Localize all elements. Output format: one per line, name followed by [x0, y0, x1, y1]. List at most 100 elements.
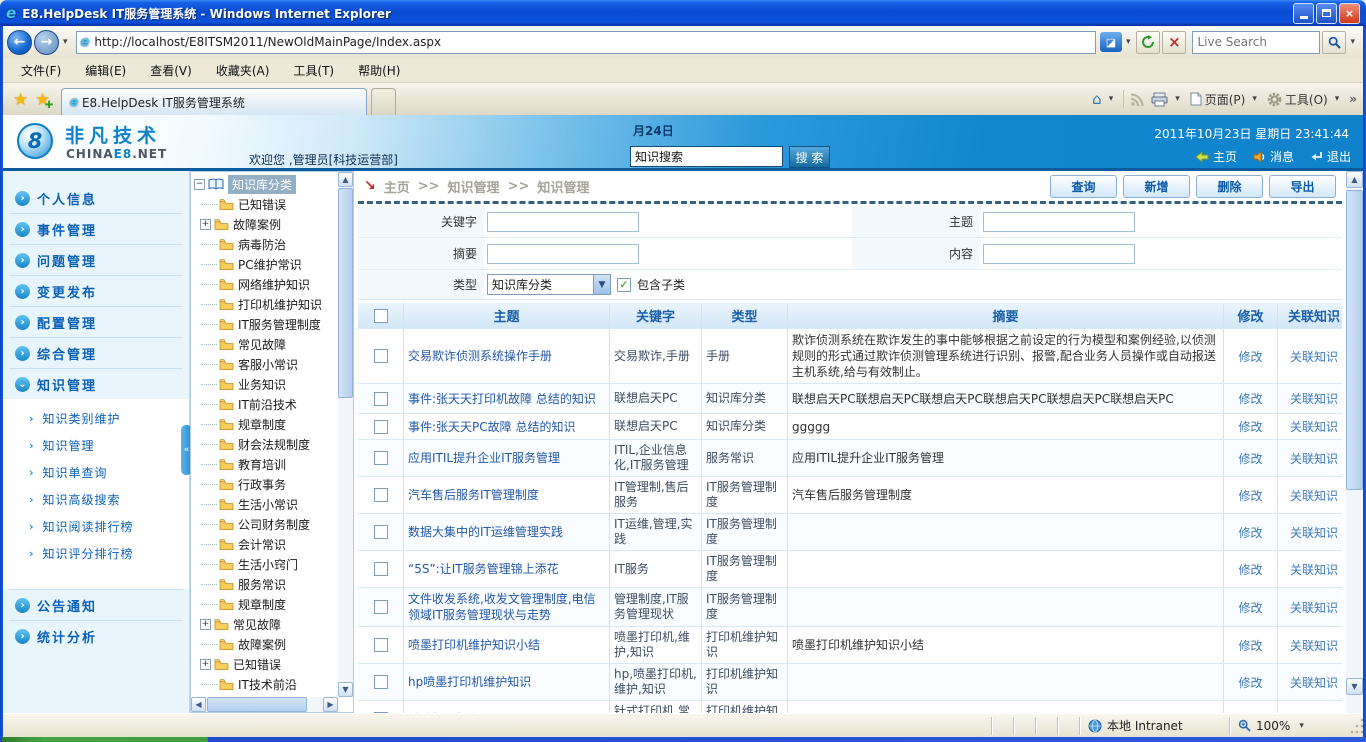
related-knowledge-link[interactable]: 关联知识 — [1290, 674, 1338, 691]
tree-node[interactable]: 客服小常识 — [193, 354, 337, 374]
row-checkbox[interactable] — [374, 420, 388, 434]
feed-button[interactable] — [1130, 92, 1145, 107]
tree-node[interactable]: PC维护常识 — [193, 254, 337, 274]
subject-input[interactable] — [983, 212, 1135, 232]
knowledge-search-button[interactable]: 搜 索 — [789, 146, 830, 168]
delete-button[interactable]: 删除 — [1196, 175, 1263, 198]
tree-node[interactable]: 业务知识 — [193, 374, 337, 394]
breadcrumb-home[interactable]: 主页 — [384, 177, 410, 196]
modify-link[interactable]: 修改 — [1238, 450, 1262, 467]
abstract-input[interactable] — [487, 244, 639, 264]
modify-link[interactable]: 修改 — [1238, 674, 1262, 691]
content-scroll-down-button[interactable]: ▼ — [1346, 678, 1363, 695]
tree-scroll-left-button[interactable]: ◀ — [191, 697, 206, 712]
tree-node[interactable]: 规章制度 — [193, 594, 337, 614]
live-search-input[interactable] — [1192, 31, 1320, 54]
topic-link[interactable]: 交易欺诈侦测系统操作手册 — [408, 348, 552, 364]
tab-active[interactable]: e E8.HelpDesk IT服务管理系统 — [61, 88, 367, 115]
add-button[interactable]: 新增 — [1123, 175, 1190, 198]
sidebar-item-配置管理[interactable]: ›配置管理 — [3, 307, 189, 337]
zoom-dropdown[interactable]: ▾ — [1295, 721, 1308, 731]
menu-item[interactable]: 编辑(E) — [73, 59, 138, 82]
content-vertical-scroll-thumb[interactable] — [1346, 190, 1363, 490]
tree-scroll-up-button[interactable]: ▲ — [338, 172, 353, 187]
sidebar-item-个人信息[interactable]: ›个人信息 — [3, 183, 189, 213]
modify-link[interactable]: 修改 — [1238, 487, 1262, 504]
tree-node[interactable]: 规章制度 — [193, 414, 337, 434]
include-subcategory-checkbox[interactable]: ✓ — [617, 278, 631, 292]
related-knowledge-link[interactable]: 关联知识 — [1290, 524, 1338, 541]
row-checkbox[interactable] — [374, 525, 388, 539]
print-button[interactable]: ▾ — [1151, 92, 1184, 107]
favorites-star-icon[interactable]: ★ — [13, 90, 28, 110]
start-button-fragment[interactable] — [2, 737, 208, 742]
tools-menu-dropdown[interactable]: ▾ — [1331, 94, 1344, 104]
sidebar-item-综合管理[interactable]: ›综合管理 — [3, 338, 189, 368]
related-knowledge-link[interactable]: 关联知识 — [1290, 450, 1338, 467]
topic-link[interactable]: 事件:张天天打印机故障 总结的知识 — [408, 391, 596, 407]
tree-node[interactable]: 病毒防治 — [193, 234, 337, 254]
tree-node[interactable]: 常见故障 — [193, 334, 337, 354]
tree-horizontal-scrollbar[interactable]: ◀ ▶ — [191, 697, 338, 712]
forward-button[interactable]: → — [34, 30, 59, 55]
search-provider-icon[interactable]: ◪ — [1100, 32, 1122, 52]
content-scroll-up-button[interactable]: ▲ — [1346, 171, 1363, 188]
tree-node[interactable]: 会计常识 — [193, 534, 337, 554]
tree-node[interactable]: 公司财务制度 — [193, 514, 337, 534]
tree-collapse-expander[interactable]: − — [194, 179, 205, 190]
submenu-item-知识评分排行榜[interactable]: ›知识评分排行榜 — [3, 540, 189, 567]
stop-button[interactable]: × — [1162, 31, 1186, 54]
knowledge-search-input[interactable] — [630, 146, 783, 167]
tree-node[interactable]: 打印机维护知识 — [193, 294, 337, 314]
tree-vertical-scrollbar[interactable]: ▲ ▼ — [338, 172, 353, 697]
sidebar-item-知识管理[interactable]: ⌄知识管理 — [3, 369, 189, 399]
row-checkbox[interactable] — [374, 349, 388, 363]
tree-expand-expander[interactable]: + — [200, 659, 211, 670]
sidebar-item-统计分析[interactable]: ›统计分析 — [3, 621, 189, 651]
query-button[interactable]: 查询 — [1050, 175, 1117, 198]
submenu-item-知识高级搜索[interactable]: ›知识高级搜索 — [3, 486, 189, 513]
keyword-input[interactable] — [487, 212, 639, 232]
add-favorite-icon[interactable]: ★✚ — [35, 90, 50, 110]
row-checkbox[interactable] — [374, 675, 388, 689]
tree-node[interactable]: IT技术前沿 — [193, 674, 337, 694]
breadcrumb-module[interactable]: 知识管理 — [448, 177, 500, 196]
row-checkbox[interactable] — [374, 488, 388, 502]
page-menu-dropdown[interactable]: ▾ — [1248, 94, 1261, 104]
submenu-item-知识单查询[interactable]: ›知识单查询 — [3, 459, 189, 486]
row-checkbox[interactable] — [374, 562, 388, 576]
tree-node[interactable]: 生活小窍门 — [193, 554, 337, 574]
tree-node[interactable]: +常见故障 — [193, 614, 337, 634]
search-provider-dropdown[interactable]: ▾ — [1122, 37, 1135, 47]
tree-node[interactable]: 教育培训 — [193, 454, 337, 474]
topic-link[interactable]: hp喷墨打印机维护知识 — [408, 674, 531, 690]
menu-item[interactable]: 查看(V) — [138, 59, 204, 82]
maximize-button[interactable] — [1316, 3, 1337, 24]
topic-link[interactable]: 应用ITIL提升企业IT服务管理 — [408, 450, 560, 466]
message-link[interactable]: 消息 — [1253, 148, 1294, 165]
modify-link[interactable]: 修改 — [1238, 418, 1262, 435]
menu-item[interactable]: 收藏夹(A) — [204, 59, 282, 82]
topic-link[interactable]: 文件收发系统,收发文管理制度,电信领域IT服务管理现状与走势 — [408, 591, 605, 623]
tree-node[interactable]: 网络维护知识 — [193, 274, 337, 294]
history-dropdown[interactable]: ▾ — [59, 37, 72, 47]
tree-expand-expander[interactable]: + — [200, 619, 211, 630]
new-tab-stub[interactable] — [371, 88, 396, 115]
home-dropdown[interactable]: ▾ — [1105, 94, 1118, 104]
related-knowledge-link[interactable]: 关联知识 — [1290, 487, 1338, 504]
tree-vertical-scroll-thumb[interactable] — [338, 188, 353, 398]
toolbar-overflow-chevron[interactable]: » — [1349, 92, 1357, 106]
related-knowledge-link[interactable]: 关联知识 — [1290, 390, 1338, 407]
sidebar-item-问题管理[interactable]: ›问题管理 — [3, 245, 189, 275]
sidebar-item-公告通知[interactable]: ›公告通知 — [3, 590, 189, 620]
export-button[interactable]: 导出 — [1269, 175, 1336, 198]
select-all-checkbox[interactable] — [374, 309, 388, 323]
related-knowledge-link[interactable]: 关联知识 — [1290, 599, 1338, 616]
tree-node[interactable]: 行政事务 — [193, 474, 337, 494]
tree-node[interactable]: 生活小常识 — [193, 494, 337, 514]
logout-link[interactable]: 退出 — [1310, 148, 1351, 165]
related-knowledge-link[interactable]: 关联知识 — [1290, 637, 1338, 654]
content-input[interactable] — [983, 244, 1135, 264]
tree-node[interactable]: IT前沿技术 — [193, 394, 337, 414]
menu-item[interactable]: 文件(F) — [9, 59, 73, 82]
